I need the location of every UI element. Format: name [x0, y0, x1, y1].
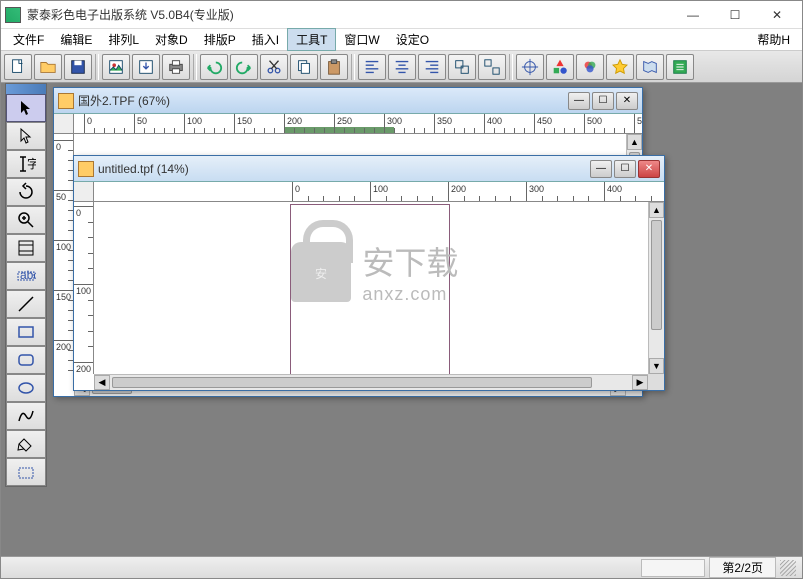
- scroll-down-icon[interactable]: ▼: [649, 358, 664, 374]
- document-window-2[interactable]: untitled.tpf (14%) — ☐ ✕ 010020030040050…: [73, 155, 665, 391]
- doc2-titlebar[interactable]: untitled.tpf (14%) — ☐ ✕: [74, 156, 664, 182]
- align-right-button[interactable]: [418, 54, 446, 80]
- frame-tool[interactable]: [6, 234, 46, 262]
- doc1-title: 国外2.TPF (67%): [78, 92, 566, 109]
- minimize-button[interactable]: —: [672, 3, 714, 27]
- text-tool[interactable]: 字: [6, 150, 46, 178]
- textbox-tool[interactable]: abc: [6, 262, 46, 290]
- undo-button[interactable]: [200, 54, 228, 80]
- copy-button[interactable]: [290, 54, 318, 80]
- doc2-maximize-button[interactable]: ☐: [614, 160, 636, 178]
- new-button[interactable]: [4, 54, 32, 80]
- scroll-right-icon[interactable]: ▶: [632, 375, 648, 390]
- zoom-tool[interactable]: [6, 206, 46, 234]
- menu-arrange[interactable]: 排列L: [100, 29, 147, 50]
- align-left-button[interactable]: [358, 54, 386, 80]
- map-button[interactable]: [636, 54, 664, 80]
- crop-tool[interactable]: [6, 458, 46, 486]
- status-cell-1: [641, 559, 705, 577]
- app-title: 蒙泰彩色电子出版系统 V5.0B4(专业版): [27, 6, 672, 23]
- document-icon: [78, 161, 94, 177]
- pointer-outline-tool[interactable]: [6, 122, 46, 150]
- rectangle-tool[interactable]: [6, 318, 46, 346]
- menu-help[interactable]: 帮助H: [749, 29, 798, 50]
- pen-tool[interactable]: [6, 430, 46, 458]
- menu-window[interactable]: 窗口W: [336, 29, 387, 50]
- resize-grip-icon[interactable]: [780, 560, 796, 576]
- hscroll-thumb[interactable]: [112, 377, 592, 388]
- scroll-left-icon[interactable]: ◀: [94, 375, 110, 390]
- redo-button[interactable]: [230, 54, 258, 80]
- menu-edit[interactable]: 编辑E: [52, 29, 100, 50]
- rounded-rect-tool[interactable]: [6, 346, 46, 374]
- colors-button[interactable]: [576, 54, 604, 80]
- menu-tools[interactable]: 工具T: [287, 28, 336, 51]
- status-page: 第2/2页: [709, 557, 776, 578]
- menu-bar: 文件F 编辑E 排列L 对象D 排版P 插入I 工具T 窗口W 设定O 帮助H: [1, 29, 802, 51]
- doc2-title: untitled.tpf (14%): [98, 162, 588, 176]
- tool-palette: 字 abc: [5, 83, 47, 487]
- export-button[interactable]: [132, 54, 160, 80]
- print-button[interactable]: [162, 54, 190, 80]
- line-tool[interactable]: [6, 290, 46, 318]
- doc1-minimize-button[interactable]: —: [568, 92, 590, 110]
- shapes-button[interactable]: [546, 54, 574, 80]
- horizontal-ruler[interactable]: 0100200300400500600: [94, 182, 664, 202]
- import-button[interactable]: [102, 54, 130, 80]
- scroll-up-icon[interactable]: ▲: [649, 202, 664, 218]
- doc2-hscroll[interactable]: ◀ ▶: [94, 374, 648, 390]
- horizontal-ruler[interactable]: 050100150200250300350400450500550: [74, 114, 642, 134]
- ellipse-tool[interactable]: [6, 374, 46, 402]
- svg-text:abc: abc: [20, 268, 36, 282]
- settings-button[interactable]: [666, 54, 694, 80]
- maximize-button[interactable]: ☐: [714, 3, 756, 27]
- save-button[interactable]: [64, 54, 92, 80]
- palette-header[interactable]: [6, 84, 46, 94]
- menu-settings[interactable]: 设定O: [388, 29, 437, 50]
- pointer-tool[interactable]: [6, 94, 46, 122]
- svg-text:字: 字: [27, 156, 36, 171]
- group-button[interactable]: [448, 54, 476, 80]
- window-titlebar: 蒙泰彩色电子出版系统 V5.0B4(专业版) — ☐ ✕: [1, 1, 802, 29]
- scroll-up-icon[interactable]: ▲: [627, 134, 642, 150]
- curve-tool[interactable]: [6, 402, 46, 430]
- vscroll-thumb[interactable]: [651, 220, 662, 330]
- vertical-ruler[interactable]: 050100150200250300: [54, 134, 74, 380]
- doc1-close-button[interactable]: ✕: [616, 92, 638, 110]
- star-button[interactable]: [606, 54, 634, 80]
- main-toolbar: [1, 51, 802, 83]
- vertical-ruler[interactable]: 0100200300: [74, 202, 94, 374]
- scroll-corner: [648, 374, 664, 390]
- page-outline: [290, 204, 450, 374]
- menu-object[interactable]: 对象D: [147, 29, 196, 50]
- doc1-maximize-button[interactable]: ☐: [592, 92, 614, 110]
- status-bar: 第2/2页: [1, 556, 802, 578]
- align-center-button[interactable]: [388, 54, 416, 80]
- doc2-minimize-button[interactable]: —: [590, 160, 612, 178]
- doc2-body: 0100200300400500600 0100200300 ▲ ▼ ◀ ▶: [74, 182, 664, 390]
- doc1-titlebar[interactable]: 国外2.TPF (67%) — ☐ ✕: [54, 88, 642, 114]
- menu-insert[interactable]: 插入I: [244, 29, 287, 50]
- paste-button[interactable]: [320, 54, 348, 80]
- ruler-selection: [284, 127, 394, 134]
- menu-layout[interactable]: 排版P: [196, 29, 244, 50]
- doc2-canvas[interactable]: [94, 202, 648, 374]
- menu-file[interactable]: 文件F: [5, 29, 52, 50]
- app-icon: [5, 7, 21, 23]
- ruler-corner: [54, 114, 74, 134]
- ruler-corner: [74, 182, 94, 202]
- open-button[interactable]: [34, 54, 62, 80]
- close-button[interactable]: ✕: [756, 3, 798, 27]
- crosshair-button[interactable]: [516, 54, 544, 80]
- doc2-vscroll[interactable]: ▲ ▼: [648, 202, 664, 374]
- document-icon: [58, 93, 74, 109]
- ungroup-button[interactable]: [478, 54, 506, 80]
- mdi-workspace: 字 abc 国外2.TPF (67%) — ☐ ✕ 05010015020025…: [1, 83, 802, 556]
- cut-button[interactable]: [260, 54, 288, 80]
- doc2-close-button[interactable]: ✕: [638, 160, 660, 178]
- rotate-tool[interactable]: [6, 178, 46, 206]
